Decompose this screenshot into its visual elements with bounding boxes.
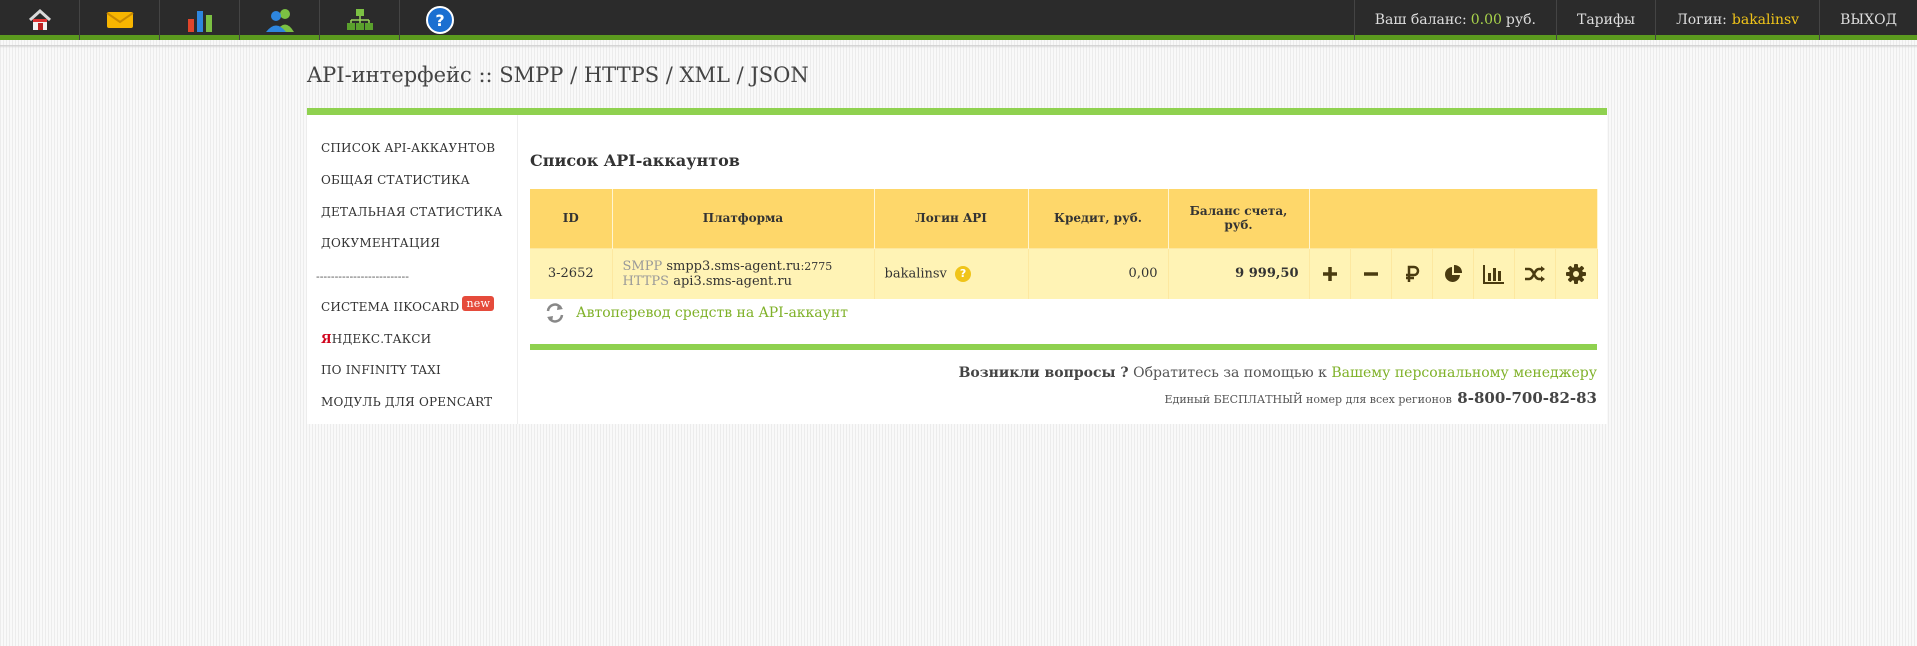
balance-value: 0.00 bbox=[1470, 12, 1502, 28]
minus-icon bbox=[1363, 271, 1378, 276]
logout-button[interactable]: ВЫХОД bbox=[1819, 0, 1917, 40]
table-row: 3-2652 SMPP smpp3.sms-agent.ru:2775 HTTP… bbox=[530, 247, 1598, 299]
gear-icon bbox=[1566, 263, 1586, 284]
column-header-balance: Баланс счета, руб. bbox=[1168, 189, 1310, 248]
mail-icon[interactable] bbox=[80, 0, 160, 40]
platform-smpp-port: :2775 bbox=[800, 259, 833, 273]
withdraw-funds-button[interactable] bbox=[1351, 248, 1392, 299]
column-header-platform: Платформа bbox=[612, 189, 875, 248]
sidebar-item-iikocard[interactable]: СИСТЕМА IIKOCARD new bbox=[321, 296, 495, 315]
topbar-shadow bbox=[0, 45, 1917, 48]
platform-https-host: api3.sms-agent.ru bbox=[673, 273, 792, 289]
login-help-icon[interactable]: ? bbox=[955, 265, 972, 282]
home-icon[interactable] bbox=[0, 0, 80, 40]
tariffs-link[interactable]: Тарифы bbox=[1555, 0, 1655, 40]
help-text: Обратитесь за помощью к bbox=[1133, 365, 1327, 381]
sidebar-item-detailed-stats[interactable]: ДЕТАЛЬНАЯ СТАТИСТИКА bbox=[321, 205, 503, 219]
column-header-actions bbox=[1309, 189, 1598, 248]
new-badge: new bbox=[462, 296, 495, 311]
sidebar-item-documentation[interactable]: ДОКУМЕНТАЦИЯ bbox=[321, 236, 440, 250]
sidebar-item-opencart[interactable]: МОДУЛЬ ДЛЯ OPENCART bbox=[321, 395, 492, 409]
balance-currency: руб. bbox=[1505, 12, 1536, 28]
sidebar-item-yandex-taxi-label: НДЕКС.ТАКСИ bbox=[331, 332, 432, 346]
stats-pie-button[interactable] bbox=[1433, 248, 1474, 299]
hotline-phone: 8-800-700-82-83 bbox=[1457, 389, 1597, 407]
help-icon[interactable]: ? bbox=[400, 0, 480, 40]
sidebar: СПИСОК API-АККАУНТОВ ОБЩАЯ СТАТИСТИКА ДЕ… bbox=[307, 115, 518, 424]
table-header-row: ID Платформа Логин API Кредит, руб. Бала… bbox=[530, 189, 1598, 248]
plus-icon bbox=[1322, 266, 1337, 281]
cell-balance: 9 999,50 bbox=[1168, 247, 1310, 299]
bar-chart-icon bbox=[1482, 264, 1504, 284]
sidebar-item-infinity-taxi[interactable]: ПО INFINITY TAXI bbox=[321, 363, 441, 377]
section-title: Список API-аккаунтов bbox=[530, 151, 740, 170]
refresh-icon bbox=[546, 303, 564, 323]
pie-chart-icon bbox=[1444, 264, 1462, 282]
sidebar-item-api-accounts[interactable]: СПИСОК API-АККАУНТОВ bbox=[321, 141, 495, 155]
platform-https: HTTPS api3.sms-agent.ru bbox=[623, 274, 864, 289]
cell-credit: 0,00 bbox=[1028, 247, 1169, 299]
structure-icon[interactable] bbox=[320, 0, 400, 40]
add-funds-button[interactable] bbox=[1310, 248, 1351, 299]
sidebar-item-general-stats[interactable]: ОБЩАЯ СТАТИСТИКА bbox=[321, 173, 470, 187]
help-message: Возникли вопросы ? Обратитесь за помощью… bbox=[959, 365, 1597, 381]
cell-id: 3-2652 bbox=[530, 247, 613, 299]
sidebar-item-yandex-taxi[interactable]: ЯНДЕКС.ТАКСИ bbox=[321, 332, 431, 346]
sidebar-item-iikocard-label: СИСТЕМА IIKOCARD bbox=[321, 300, 460, 314]
platform-smpp: SMPP smpp3.sms-agent.ru:2775 bbox=[623, 259, 864, 274]
hotline: Единый БЕСПЛАТНЫЙ номер для всех регионо… bbox=[1165, 389, 1597, 407]
balance-label: Ваш баланс: bbox=[1374, 12, 1467, 28]
help-question: Возникли вопросы ? bbox=[958, 365, 1129, 381]
ruble-icon bbox=[1405, 265, 1419, 282]
autotransfer-link[interactable]: Автоперевод средств на API-аккаунт bbox=[544, 302, 848, 324]
sidebar-separator: ------------------------- bbox=[316, 270, 409, 283]
login-label: Логин: bbox=[1676, 12, 1727, 28]
column-header-id: ID bbox=[530, 189, 613, 248]
nav-icons: ? bbox=[0, 0, 480, 40]
login-value: bakalinsv bbox=[1731, 12, 1800, 28]
action-buttons bbox=[1310, 248, 1597, 299]
shuffle-icon bbox=[1524, 265, 1545, 282]
balance-display[interactable]: Ваш баланс: 0.00 руб. bbox=[1353, 0, 1556, 40]
platform-smpp-host: smpp3.sms-agent.ru bbox=[666, 258, 801, 274]
top-navigation-bar: ? Ваш баланс: 0.00 руб. Тарифы Логин: ba… bbox=[0, 0, 1917, 40]
platform-https-label: HTTPS bbox=[622, 273, 670, 289]
column-header-login: Логин API bbox=[874, 189, 1029, 248]
settings-button[interactable] bbox=[1556, 249, 1597, 299]
top-right-menu: Ваш баланс: 0.00 руб. Тарифы Логин: baka… bbox=[1353, 0, 1917, 40]
tariff-button[interactable] bbox=[1392, 248, 1433, 299]
yandex-logo-letter: Я bbox=[321, 332, 332, 346]
svg-text:?: ? bbox=[435, 11, 444, 30]
column-header-credit: Кредит, руб. bbox=[1028, 189, 1169, 248]
personal-manager-link[interactable]: Вашему персональному менеджеру bbox=[1331, 365, 1597, 381]
cell-actions bbox=[1309, 247, 1598, 299]
routing-button[interactable] bbox=[1515, 248, 1556, 299]
hotline-text: Единый БЕСПЛАТНЫЙ номер для всех регионо… bbox=[1164, 393, 1452, 406]
tariffs-label: Тарифы bbox=[1576, 12, 1636, 28]
login-display[interactable]: Логин: bakalinsv bbox=[1655, 0, 1819, 40]
contacts-icon[interactable] bbox=[240, 0, 320, 40]
autotransfer-label: Автоперевод средств на API-аккаунт bbox=[576, 305, 848, 321]
login-api-value: bakalinsv bbox=[884, 266, 947, 281]
divider-line bbox=[530, 344, 1597, 350]
main-container: СПИСОК API-АККАУНТОВ ОБЩАЯ СТАТИСТИКА ДЕ… bbox=[307, 108, 1607, 424]
bar-chart-icon[interactable] bbox=[160, 0, 240, 40]
page-title: API-интерфейс :: SMPP / HTTPS / XML / JS… bbox=[307, 63, 809, 87]
cell-login: bakalinsv ? bbox=[874, 247, 1029, 299]
stats-bar-button[interactable] bbox=[1474, 248, 1515, 299]
cell-platform: SMPP smpp3.sms-agent.ru:2775 HTTPS api3.… bbox=[612, 247, 875, 299]
main-content: Список API-аккаунтов ID Платформа Логин … bbox=[530, 115, 1598, 424]
api-accounts-table: ID Платформа Логин API Кредит, руб. Бала… bbox=[530, 189, 1598, 299]
logout-label: ВЫХОД bbox=[1840, 12, 1897, 28]
platform-smpp-label: SMPP bbox=[622, 258, 663, 274]
